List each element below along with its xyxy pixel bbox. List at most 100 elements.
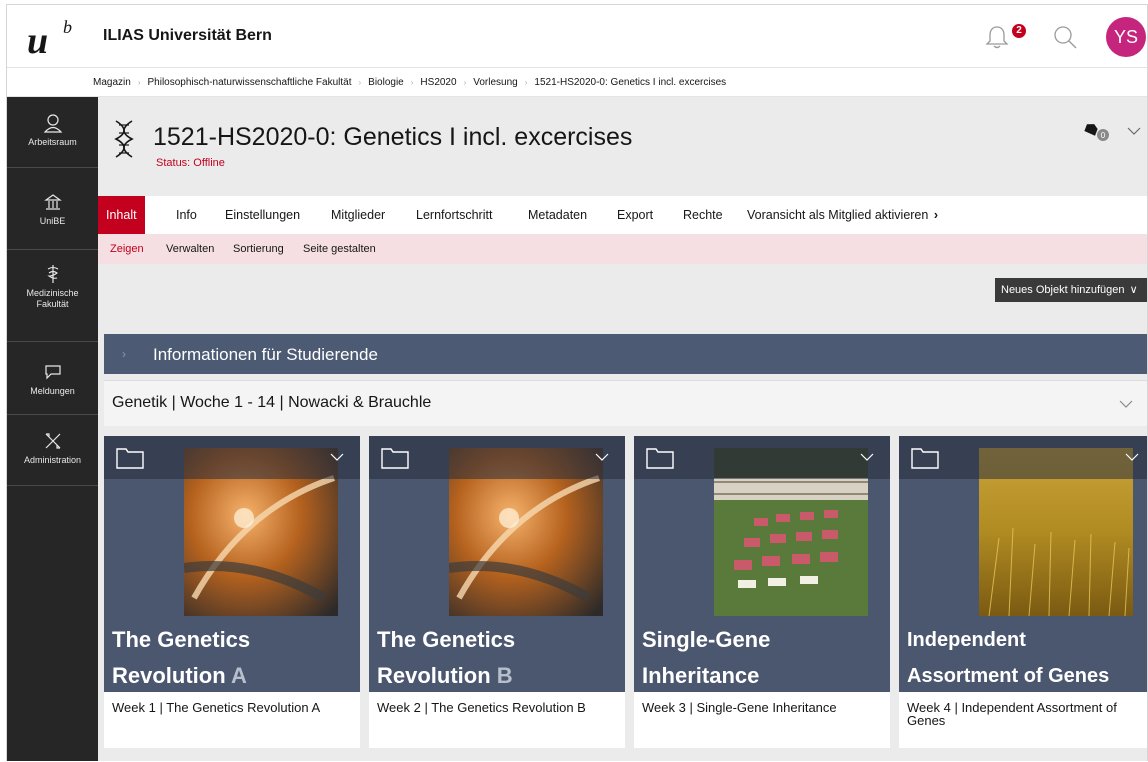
subtab-sortierung[interactable]: Sortierung	[233, 243, 284, 255]
sidebar-item-label: Arbeitsraum	[28, 137, 77, 147]
subtab-seite-gestalten[interactable]: Seite gestalten	[303, 243, 376, 255]
add-object-button[interactable]: Neues Objekt hinzufügen ∨	[995, 278, 1147, 302]
sidebar-item-label: Meldungen	[30, 386, 75, 396]
accordion-header[interactable]: Genetik | Woche 1 - 14 | Nowacki & Brauc…	[104, 380, 1147, 426]
tools-icon	[45, 433, 60, 449]
breadcrumb-separator-icon: ›	[358, 78, 362, 87]
main-content: 1521-HS2020-0: Genetics I incl. excercis…	[98, 97, 1147, 761]
svg-text:u: u	[27, 20, 48, 61]
tile-image-area: Independent Assortment of Genes	[899, 436, 1147, 692]
breadcrumb-separator-icon: ›	[137, 78, 141, 87]
breadcrumb-separator-icon: ›	[524, 78, 528, 87]
breadcrumb-item[interactable]: HS2020	[420, 77, 456, 88]
tab-bar: Inhalt Info Einstellungen Mitglieder Ler…	[98, 196, 1147, 234]
chat-icon	[44, 365, 61, 380]
tab-voransicht[interactable]: Voransicht als Mitglied aktivieren ›	[747, 196, 938, 234]
block-title: Informationen für Studierende	[153, 345, 378, 364]
tile-title-line2: Revolution	[112, 663, 226, 688]
chevron-down-icon[interactable]	[1127, 125, 1141, 137]
sidebar-item-label: Medizinische Fakultät	[26, 288, 79, 309]
sidebar-item-unibe[interactable]: UniBE	[7, 168, 98, 250]
top-bar: u b ILIAS Universität Bern 2 YS	[7, 5, 1147, 68]
folder-icon	[116, 448, 144, 469]
avatar[interactable]: YS	[1106, 17, 1146, 57]
tab-einstellungen[interactable]: Einstellungen	[225, 196, 300, 234]
tile-title: Single-Gene Inheritance	[642, 622, 888, 692]
page-title: 1521-HS2020-0: Genetics I incl. excercis…	[153, 123, 633, 151]
breadcrumb-separator-icon: ›	[463, 78, 467, 87]
breadcrumb-item[interactable]: 1521-HS2020-0: Genetics I incl. excercis…	[534, 77, 726, 88]
chevron-down-icon	[1119, 400, 1133, 408]
tile-caption[interactable]: Week 2 | The Genetics Revolution B	[377, 701, 617, 714]
folder-icon	[381, 448, 409, 469]
main-bar: Arbeitsraum UniBE Medizinische Fakultät …	[7, 97, 98, 761]
search-icon[interactable]	[1051, 23, 1079, 51]
sidebar-item-label: UniBE	[39, 216, 66, 226]
user-icon	[43, 114, 62, 133]
tile-title-line2: Assortment of Genes	[907, 665, 1110, 687]
tile-title-line1: The Genetics	[377, 627, 516, 652]
tile-caption[interactable]: Week 4 | Independent Assortment of Genes	[907, 701, 1147, 727]
chevron-right-icon: ›	[122, 347, 126, 361]
tile-title-line2: Inheritance	[642, 663, 760, 688]
notification-badge: 2	[1012, 24, 1026, 38]
tab-lernfortschritt[interactable]: Lernfortschritt	[416, 196, 492, 234]
tab-export[interactable]: Export	[617, 196, 653, 234]
tile-image-area: Single-Gene Inheritance	[634, 436, 890, 692]
tile-title-line1: Independent	[907, 629, 1026, 651]
folder-icon	[911, 448, 939, 469]
building-icon	[43, 194, 62, 210]
tab-info[interactable]: Info	[176, 196, 197, 234]
tile-title: The Genetics Revolution B	[377, 622, 623, 692]
breadcrumb: Magazin › Philosophisch-naturwissenschaftl…	[7, 68, 1147, 97]
tile-card[interactable]: Single-Gene Inheritance Week 3 | Single-…	[634, 436, 890, 748]
tile-title-line1: Single-Gene	[642, 627, 771, 652]
tab-inhalt[interactable]: Inhalt	[98, 196, 145, 234]
tile-card[interactable]: Independent Assortment of Genes Week 4 |…	[899, 436, 1147, 748]
subtab-verwalten[interactable]: Verwalten	[166, 243, 214, 255]
breadcrumb-item[interactable]: Vorlesung	[473, 77, 517, 88]
sidebar-item-medizinische-fakultaet[interactable]: Medizinische Fakultät	[7, 250, 98, 342]
tile-card[interactable]: The Genetics Revolution B Week 2 | The G…	[369, 436, 625, 748]
tile-title-line1: The Genetics	[112, 627, 251, 652]
tab-voransicht-label: Voransicht als Mitglied aktivieren	[747, 208, 929, 222]
tag-icon[interactable]: 0	[1083, 121, 1113, 143]
bell-icon[interactable]	[983, 23, 1011, 51]
tile-title-accent: A	[230, 663, 247, 688]
tile-title-line2: Revolution	[377, 663, 491, 688]
caduceus-icon	[46, 265, 58, 283]
tab-metadaten[interactable]: Metadaten	[528, 196, 587, 234]
sidebar-item-label: Administration	[23, 455, 82, 465]
unibe-logo[interactable]: u b	[25, 15, 85, 61]
tile-image-area: The Genetics Revolution A	[104, 436, 360, 692]
chevron-down-icon[interactable]	[595, 452, 609, 462]
app-title[interactable]: ILIAS Universität Bern	[103, 27, 272, 45]
breadcrumb-item[interactable]: Magazin	[93, 77, 131, 88]
chevron-down-icon[interactable]	[1125, 452, 1139, 462]
tab-mitglieder[interactable]: Mitglieder	[331, 196, 385, 234]
subtab-bar: Zeigen Verwalten Sortierung Seite gestal…	[98, 234, 1147, 264]
chevron-down-icon: ∨	[1129, 284, 1138, 296]
tile-title-accent: B	[496, 663, 513, 688]
chevron-down-icon[interactable]	[860, 452, 874, 462]
tile-image-area: The Genetics Revolution B	[369, 436, 625, 692]
sidebar-item-meldungen[interactable]: Meldungen	[7, 342, 98, 415]
tile-title: Independent Assortment of Genes	[907, 622, 1147, 692]
sidebar-item-administration[interactable]: Administration	[7, 415, 98, 486]
tile-caption[interactable]: Week 3 | Single-Gene Inheritance	[642, 701, 882, 714]
chevron-down-icon[interactable]	[330, 452, 344, 462]
tile-caption[interactable]: Week 1 | The Genetics Revolution A	[112, 701, 352, 714]
breadcrumb-item[interactable]: Philosophisch-naturwissenschaftliche Fak…	[147, 77, 351, 88]
add-object-label: Neues Objekt hinzufügen	[1001, 284, 1125, 296]
tile-title: The Genetics Revolution A	[112, 622, 358, 692]
folder-icon	[646, 448, 674, 469]
breadcrumb-item[interactable]: Biologie	[368, 77, 404, 88]
sidebar-item-arbeitsraum[interactable]: Arbeitsraum	[7, 97, 98, 168]
tab-rechte[interactable]: Rechte	[683, 196, 723, 234]
tile-card[interactable]: The Genetics Revolution A Week 1 | The G…	[104, 436, 360, 748]
dna-icon	[114, 120, 134, 158]
block-header[interactable]: › Informationen für Studierende	[104, 334, 1147, 374]
status-text: Status: Offline	[156, 157, 225, 169]
subtab-zeigen[interactable]: Zeigen	[110, 243, 144, 255]
app-window: u b ILIAS Universität Bern 2 YS Magazin ›…	[6, 4, 1148, 761]
